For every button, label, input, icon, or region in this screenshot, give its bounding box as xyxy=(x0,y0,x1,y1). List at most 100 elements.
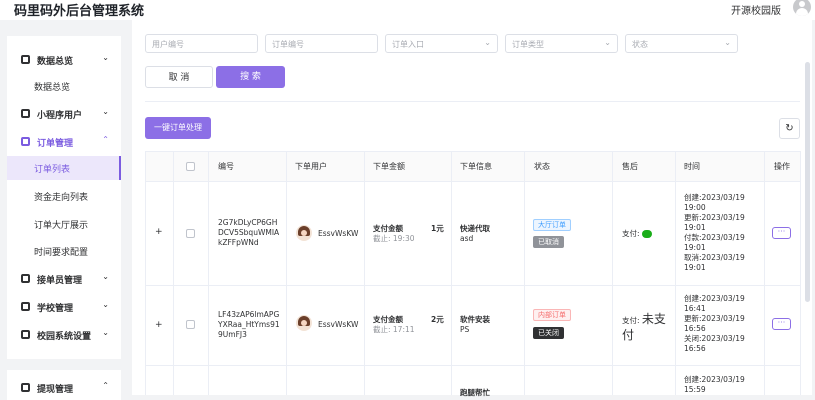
settings-icon xyxy=(21,330,30,339)
row-checkbox[interactable] xyxy=(186,229,195,238)
grid-line xyxy=(764,151,765,395)
aftersale: 支付: 未支 付 xyxy=(622,312,666,342)
col-actions[interactable]: 操作 xyxy=(774,161,790,172)
grid-line xyxy=(612,151,613,395)
col-amount[interactable]: 下单金额 xyxy=(373,161,405,172)
info-title: 快递代取 xyxy=(460,224,490,233)
col-status[interactable]: 状态 xyxy=(534,161,550,172)
status-badge: 大厅订单 xyxy=(533,219,571,231)
top-bar: 码里码外后台管理系统 开源校园版 xyxy=(0,0,815,20)
chevron-down-icon: ⌄ xyxy=(102,300,109,309)
submenu-fund-flow[interactable]: 资金走向列表 xyxy=(7,184,121,208)
col-info[interactable]: 下单信息 xyxy=(460,161,492,172)
more-button[interactable]: ··· xyxy=(772,227,791,239)
grid-line xyxy=(451,151,452,395)
order-no-input[interactable]: 订单编号 xyxy=(265,34,378,53)
grid-line xyxy=(524,151,525,395)
divider xyxy=(145,101,800,102)
time-info: 创建:2023/03/19 19:00 更新:2023/03/19 19:01 … xyxy=(684,193,745,272)
status-badge: 已关闭 xyxy=(533,327,564,339)
row-divider xyxy=(145,285,801,286)
scrollbar[interactable] xyxy=(805,62,810,302)
menu-campus-settings[interactable]: 校园系统设置 ⌄ xyxy=(7,325,121,345)
col-time[interactable]: 时间 xyxy=(684,161,700,172)
chevron-up-icon: ⌃ xyxy=(102,135,109,144)
submenu-time-config-label: 时间要求配置 xyxy=(34,248,89,258)
status-placeholder: 状态 xyxy=(632,40,648,49)
deadline: 截止: 19:30 xyxy=(373,234,415,243)
order-no-placeholder: 订单编号 xyxy=(272,40,304,49)
submenu-order-hall[interactable]: 订单大厅展示 xyxy=(7,212,121,236)
info-title: 跑腿帮忙 xyxy=(460,388,490,397)
wechat-pay-icon xyxy=(641,230,652,238)
chevron-down-icon: ⌄ xyxy=(102,53,109,62)
chevron-up-icon: ⌃ xyxy=(102,381,109,390)
amount-value: 2元 xyxy=(431,315,444,324)
search-button[interactable]: 搜 索 xyxy=(216,66,285,88)
user-icon xyxy=(21,109,30,118)
menu-withdraw-management[interactable]: 提现管理 ⌃ xyxy=(7,378,121,398)
chevron-down-icon: ⌄ xyxy=(102,107,109,116)
amount-label: 支付金额 xyxy=(373,315,403,324)
type-select[interactable]: 订单类型 ⌄ xyxy=(505,34,618,53)
school-icon xyxy=(21,302,30,311)
withdraw-icon xyxy=(21,383,30,392)
chevron-down-icon: ⌄ xyxy=(724,38,731,47)
grid-line xyxy=(675,151,676,395)
user-name: EssvWsKW xyxy=(318,229,359,238)
menu-school-management[interactable]: 学校管理 ⌄ xyxy=(7,297,121,317)
col-id[interactable]: 编号 xyxy=(218,161,234,172)
refresh-icon[interactable]: ↻ xyxy=(779,118,800,139)
sidebar-lower: 提现管理 ⌃ xyxy=(7,370,121,400)
entry-placeholder: 订单入口 xyxy=(392,40,424,49)
user-no-input[interactable]: 用户编号 xyxy=(145,34,258,53)
entry-select[interactable]: 订单入口 ⌄ xyxy=(385,34,498,53)
submenu-dashboard[interactable]: 数据总览 xyxy=(7,74,121,98)
submenu-time-config[interactable]: 时间要求配置 xyxy=(7,239,121,263)
chevron-down-icon: ⌄ xyxy=(102,272,109,281)
status-select[interactable]: 状态 ⌄ xyxy=(625,34,738,53)
info-sub: asd xyxy=(460,234,474,243)
grid-line xyxy=(208,151,209,395)
menu-miniapp-users-label: 小程序用户 xyxy=(37,111,83,121)
chevron-down-icon: ⌄ xyxy=(102,328,109,337)
user-avatar xyxy=(296,315,312,331)
menu-withdraw-management-label: 提现管理 xyxy=(37,385,74,395)
version-label[interactable]: 开源校园版 xyxy=(731,2,781,17)
menu-campus-settings-label: 校园系统设置 xyxy=(37,332,92,342)
menu-rider-management-label: 接单员管理 xyxy=(37,276,83,286)
cancel-button[interactable]: 取 消 xyxy=(145,66,213,88)
order-icon xyxy=(21,137,30,146)
time-info: 创建:2023/03/19 16:41 更新:2023/03/19 16:56 … xyxy=(684,294,745,353)
user-no-placeholder: 用户编号 xyxy=(152,40,184,49)
batch-process-button[interactable]: 一键订单处理 xyxy=(145,117,211,139)
dashboard-icon xyxy=(21,55,30,64)
grid-line xyxy=(173,151,174,395)
grid-line xyxy=(800,151,801,395)
row-checkbox[interactable] xyxy=(186,320,195,329)
submenu-order-list[interactable]: 订单列表 xyxy=(7,156,121,180)
menu-order-management[interactable]: 订单管理 ⌃ xyxy=(7,132,121,152)
submenu-order-list-label: 订单列表 xyxy=(34,165,71,175)
grid-line xyxy=(364,151,365,395)
info-title: 软件安装 xyxy=(460,315,490,324)
expand-icon[interactable]: + xyxy=(155,320,163,330)
select-all-checkbox[interactable] xyxy=(186,162,195,171)
menu-miniapp-users[interactable]: 小程序用户 ⌄ xyxy=(7,104,121,124)
menu-rider-management[interactable]: 接单员管理 ⌄ xyxy=(7,269,121,289)
more-button[interactable]: ··· xyxy=(772,318,791,330)
grid-line xyxy=(145,151,146,395)
rider-icon xyxy=(21,274,30,283)
col-user[interactable]: 下单用户 xyxy=(295,161,327,172)
amount-value: 1元 xyxy=(431,224,444,233)
submenu-fund-flow-label: 资金走向列表 xyxy=(34,193,89,203)
submenu-dashboard-label: 数据总览 xyxy=(34,83,71,93)
user-avatar-icon[interactable] xyxy=(793,0,811,16)
status-badge: 内部订单 xyxy=(533,309,571,321)
menu-dashboard[interactable]: 数据总览 ⌄ xyxy=(7,50,121,70)
expand-icon[interactable]: + xyxy=(155,227,163,237)
col-aftersale[interactable]: 售后 xyxy=(622,161,638,172)
user-avatar xyxy=(296,225,312,241)
order-id: 2G7kDLyCP6GH DCV5SbquWMIA kZFFpWNd xyxy=(218,218,280,247)
menu-school-management-label: 学校管理 xyxy=(37,304,74,314)
